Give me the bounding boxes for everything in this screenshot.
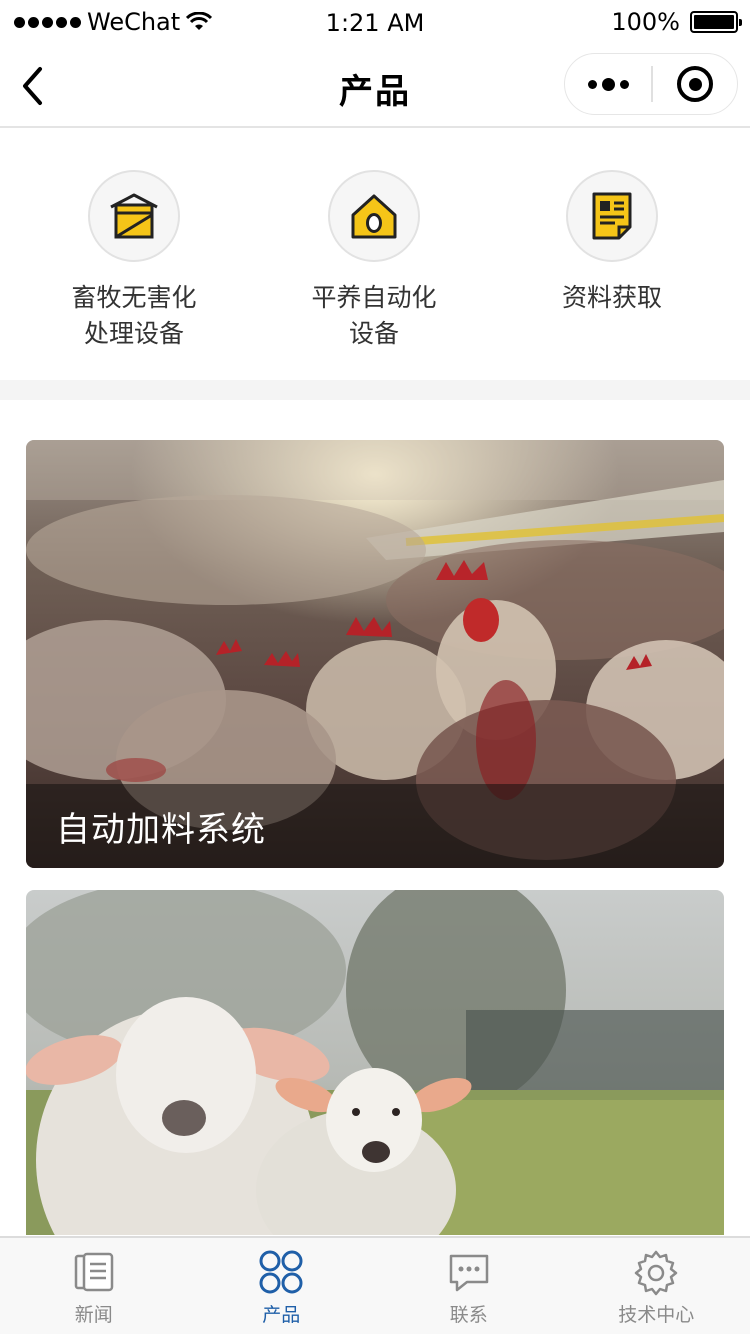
battery-icon [690, 11, 742, 33]
tab-contact[interactable]: 联系 [375, 1238, 563, 1334]
news-icon [74, 1252, 113, 1292]
livestock-shed-icon [110, 193, 158, 239]
chat-icon [449, 1254, 488, 1292]
category-label: 畜牧无害化 处理设备 [71, 283, 197, 348]
document-icon [592, 192, 632, 240]
close-miniprogram-button[interactable] [653, 54, 737, 114]
lambs-in-field-photo [26, 890, 724, 1235]
tab-tech-center[interactable]: 技术中心 [563, 1238, 750, 1334]
status-bar: WeChat 1:21 AM 100% [0, 0, 750, 48]
category-documents[interactable]: 资料获取 [512, 170, 712, 316]
tab-label: 新闻 [74, 1304, 113, 1326]
tab-label: 技术中心 [618, 1304, 695, 1326]
section-divider [0, 380, 750, 400]
battery-fill [694, 15, 734, 29]
more-dots-icon [587, 79, 597, 89]
mini-program-capsule [564, 53, 738, 115]
target-icon [677, 66, 713, 102]
product-card-lambs[interactable] [26, 890, 724, 1235]
tab-label: 产品 [262, 1304, 301, 1326]
category-label: 平养自动化 设备 [311, 283, 437, 348]
card-title: 自动加料系统 [56, 810, 266, 850]
product-card-feeding-system[interactable]: 自动加料系统 [26, 440, 724, 868]
tab-products[interactable]: 产品 [188, 1238, 376, 1334]
category-grid: 畜牧无害化 处理设备 平养自动化 设备 资料获取 [0, 130, 750, 380]
tab-label: 联系 [449, 1304, 488, 1326]
battery-group: 100% [611, 8, 742, 36]
category-livestock[interactable]: 畜牧无害化 处理设备 [34, 170, 234, 352]
tab-news[interactable]: 新闻 [0, 1238, 188, 1334]
products-icon [259, 1250, 303, 1294]
egg-house-icon [351, 194, 397, 239]
battery-percent: 100% [611, 8, 680, 36]
more-button[interactable] [565, 54, 651, 114]
category-automation[interactable]: 平养自动化 设备 [274, 170, 474, 352]
card-caption: 自动加料系统 [26, 784, 724, 868]
category-label: 资料获取 [561, 283, 662, 312]
gear-icon [635, 1250, 678, 1296]
tab-bar: 新闻 产品 联系 技术中心 [0, 1236, 750, 1334]
nav-bar: 产品 [0, 48, 750, 128]
